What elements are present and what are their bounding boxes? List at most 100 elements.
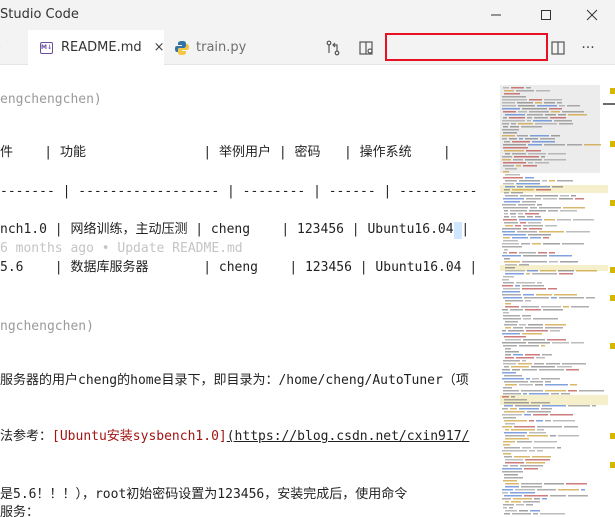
maximize-button[interactable] [523,0,569,30]
link-text[interactable]: [Ubuntu安装sysbench1.0] [52,429,227,444]
editor-area[interactable]: engchengchen) 件 | 功能 | 举例用户 | 密码 | 操作系统 … [0,65,500,517]
minimap-line [504,513,510,515]
minimap-line [503,444,510,446]
minimap-line [505,321,518,323]
minimap-line [539,207,561,209]
minimap-line [537,204,542,206]
close-icon [586,9,598,21]
minimap-line [533,414,548,416]
minimap-line [502,489,513,491]
minimap-line [502,279,509,281]
minimap-line [532,378,539,380]
minimap-line [524,297,549,299]
minimap-line [505,354,511,356]
minimap-line [503,111,516,113]
minimap-line [525,459,550,461]
minimap-line [503,276,514,278]
chevron-left-icon: › [0,40,1,55]
minimap-line [525,309,541,311]
minimap-line [534,498,540,500]
minimap-line [511,216,516,218]
minimap-line [535,162,549,164]
minimap-line [541,408,552,410]
minimap-line [504,90,514,92]
minimap-line [526,378,530,380]
more-actions-button[interactable]: ··· [579,39,597,57]
minimap-line [503,87,509,89]
minimap-line [516,90,534,92]
minimap-line [536,294,552,296]
minimap-line [528,222,541,224]
minimap-line [536,90,550,92]
minimap-line [522,285,544,287]
minimap-line [551,393,559,395]
minimap-line [505,501,509,503]
minimap-line [544,99,562,101]
minimap-line [523,228,527,230]
minimap-line [554,120,572,122]
minimap-line [511,87,524,89]
minimap-line [504,405,513,407]
minimap-line [503,390,519,392]
minimap-line [560,210,577,212]
minimap-line [510,126,519,128]
minimap-line [558,114,566,116]
minimap-line [566,483,587,485]
scrollbar-change-marker [610,462,615,468]
compare-changes-icon [326,40,340,56]
minimap-line [570,384,577,386]
tab-readme[interactable]: M↓ README.md × [28,30,165,65]
minimap-line [535,195,558,197]
minimap-line [529,210,546,212]
minimap-line [502,255,521,257]
minimap-line [541,378,560,380]
open-preview-button[interactable] [357,39,375,57]
minimap-line [562,363,586,365]
tab-train[interactable]: train.py [166,30,266,65]
minimap-line [503,183,514,185]
minimap-line [504,474,518,476]
minimap-line [510,408,517,410]
minimap-line [549,252,555,254]
minimap-line [524,414,531,416]
open-changes-button[interactable] [324,39,342,57]
close-window-button[interactable] [569,0,615,30]
minimap-line [504,447,520,449]
minimap-line [548,153,566,155]
minimap-line [505,510,517,512]
minimap-line [566,231,590,233]
minimap-line [545,420,551,422]
minimap-line [505,327,511,329]
minimap-line [505,264,517,266]
minimap-line [525,186,550,188]
minimap-line [519,180,540,182]
minimap-line [558,489,579,491]
minimap-line [503,465,508,467]
minimap-line [526,504,533,506]
preview-icon [359,41,373,55]
minimize-button[interactable] [473,0,519,30]
link-url[interactable]: (https://blog.csdn.net/cxin917/ [227,429,470,444]
minimap-line [519,510,528,512]
close-tab-icon[interactable]: × [154,40,165,55]
minimap-line [511,396,515,398]
minimap-line [523,255,547,257]
minimap-line [503,234,526,236]
minimap-line [550,117,566,119]
minimap-line [512,153,526,155]
minimap-line [502,414,522,416]
tab-overflow[interactable]: › [0,30,28,65]
minimap-line [552,186,563,188]
minimap-line [526,150,541,152]
minimap[interactable] [500,65,615,517]
split-editor-button[interactable] [549,39,567,57]
minimap-line [503,171,509,173]
minimap-line [510,465,518,467]
minimap-line [568,114,587,116]
minimap-line [502,159,511,161]
minimap-line [545,114,556,116]
minimap-line [537,429,544,431]
minimap-line [514,156,539,158]
minimap-line [504,261,520,263]
tab-label: train.py [196,40,247,55]
